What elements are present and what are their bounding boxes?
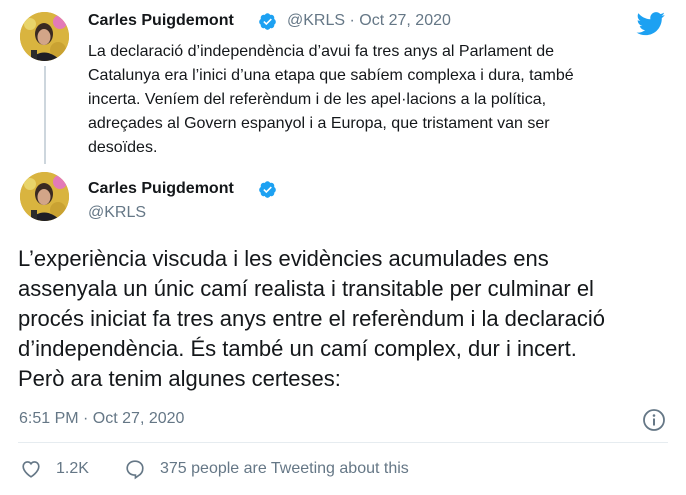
verified-badge-icon bbox=[259, 13, 276, 30]
info-icon[interactable] bbox=[642, 408, 666, 432]
parent-date[interactable]: Oct 27, 2020 bbox=[359, 12, 451, 29]
stats-divider bbox=[18, 442, 668, 443]
meta-separator: · bbox=[349, 12, 355, 29]
conversation-link[interactable]: 375 people are Tweeting about this bbox=[160, 460, 409, 478]
main-text-line: d’independència. És també un camí comple… bbox=[18, 336, 577, 361]
main-avatar[interactable] bbox=[20, 172, 69, 221]
like-count[interactable]: 1.2K bbox=[56, 460, 89, 478]
parent-tweet-text: La declaració d’independència d’avui fa … bbox=[88, 40, 648, 160]
parent-handle[interactable]: @KRLS bbox=[287, 12, 345, 29]
main-text-line: assenyala un únic camí realista i transi… bbox=[18, 276, 594, 301]
thread-connector-line bbox=[44, 66, 46, 164]
parent-text-line: Catalunya era l’inici d’una etapa que sa… bbox=[88, 67, 574, 84]
main-text-line: procés iniciat fa tres anys entre el ref… bbox=[18, 306, 605, 331]
parent-avatar[interactable] bbox=[20, 12, 69, 61]
main-handle[interactable]: @KRLS bbox=[88, 204, 146, 222]
parent-handle-date[interactable]: @KRLS · Oct 27, 2020 bbox=[287, 12, 451, 30]
main-text-line: L’experiència viscuda i les evidències a… bbox=[18, 246, 549, 271]
tweet-timestamp[interactable]: 6:51 PM · Oct 27, 2020 bbox=[19, 410, 184, 428]
main-tweet-text: L’experiència viscuda i les evidències a… bbox=[18, 244, 678, 394]
verified-badge-icon bbox=[259, 181, 276, 198]
parent-text-line: incerta. Veníem del referèndum i de les … bbox=[88, 91, 547, 108]
parent-text-line: desoïdes. bbox=[88, 139, 158, 156]
main-text-line: Però ara tenim algunes certeses: bbox=[18, 366, 341, 391]
twitter-bird-icon[interactable] bbox=[636, 12, 666, 36]
heart-icon[interactable] bbox=[20, 458, 42, 480]
speech-bubble-icon[interactable] bbox=[124, 458, 146, 480]
parent-text-line: adreçades al Govern espanyol i a Europa,… bbox=[88, 115, 550, 132]
main-author-name[interactable]: Carles Puigdemont bbox=[88, 180, 234, 198]
parent-text-line: La declaració d’independència d’avui fa … bbox=[88, 43, 555, 60]
parent-author-name[interactable]: Carles Puigdemont bbox=[88, 12, 234, 30]
